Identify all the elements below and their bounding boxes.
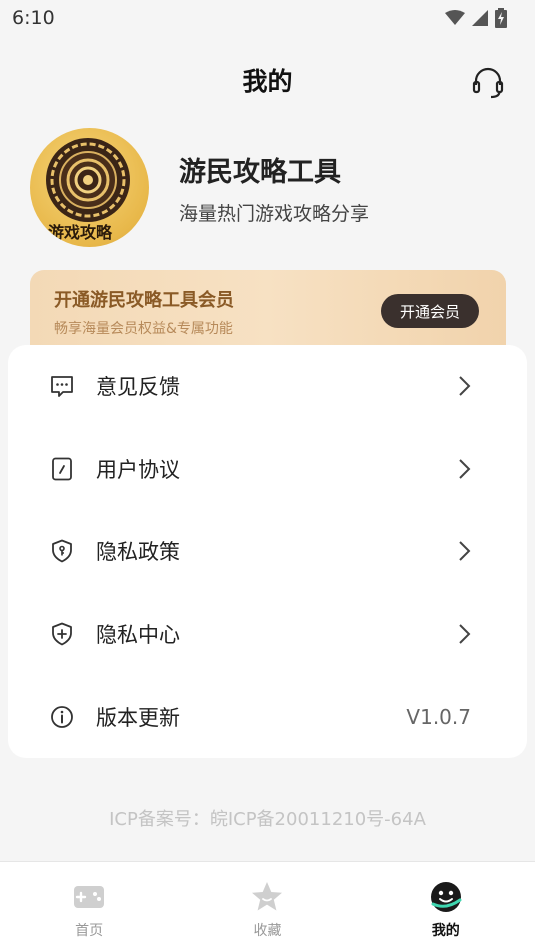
profile-section: 游戏攻略 游民攻略工具 海量热门游戏攻略分享 [30, 128, 369, 247]
chevron-right-icon [459, 541, 471, 562]
battery-icon [495, 8, 507, 28]
avatar-text: 游戏攻略 [48, 223, 113, 242]
tab-label: 我的 [431, 923, 460, 939]
menu-label: 版本更新 [96, 705, 180, 730]
smiley-icon [430, 882, 462, 912]
tab-label: 首页 [75, 923, 104, 939]
wifi-icon [445, 10, 465, 25]
headset-icon[interactable] [471, 66, 505, 100]
version-value: V1.0.7 [406, 704, 471, 729]
status-time: 6:10 [12, 7, 55, 29]
avatar[interactable]: 游戏攻略 [30, 128, 149, 247]
signal-icon [472, 10, 488, 26]
status-bar: 6:10 [0, 0, 535, 36]
chevron-right-icon [459, 376, 471, 397]
privacy-center-icon [52, 622, 72, 646]
feedback-icon [51, 376, 73, 398]
menu-item-agreement[interactable]: 用户协议 [8, 428, 527, 511]
menu-card: 意见反馈 用户协议 隐私政策 隐私中心 版本更新 V1.0.7 [8, 345, 527, 758]
tab-favorites[interactable]: 收藏 [178, 862, 356, 951]
status-icons [445, 8, 507, 28]
gamepad-icon [74, 886, 105, 908]
menu-label: 用户协议 [96, 457, 180, 482]
tab-bar: 首页 收藏 我的 [0, 861, 535, 951]
menu-item-privacy-center[interactable]: 隐私中心 [8, 593, 527, 676]
menu-item-version-update[interactable]: 版本更新 V1.0.7 [8, 675, 527, 758]
chevron-right-icon [459, 624, 471, 644]
tab-mine[interactable]: 我的 [357, 862, 535, 951]
menu-item-privacy-policy[interactable]: 隐私政策 [8, 510, 527, 593]
menu-label: 隐私中心 [96, 623, 180, 648]
star-icon [252, 882, 283, 911]
icp-record: ICP备案号：皖ICP备20011210号-64A [109, 809, 426, 830]
page-title: 我的 [242, 67, 293, 96]
agreement-icon [52, 457, 72, 481]
profile-info: 游民攻略工具 海量热门游戏攻略分享 [179, 150, 369, 226]
app-description: 海量热门游戏攻略分享 [179, 202, 370, 225]
menu-label: 意见反馈 [96, 375, 180, 400]
header: 我的 [0, 52, 535, 108]
menu-label: 隐私政策 [96, 540, 180, 565]
info-icon [51, 705, 73, 728]
tab-label: 收藏 [253, 923, 282, 939]
privacy-policy-icon [52, 540, 72, 563]
menu-item-feedback[interactable]: 意见反馈 [8, 345, 527, 428]
open-vip-button[interactable]: 开通会员 [381, 294, 479, 328]
app-name: 游民攻略工具 [179, 156, 341, 188]
chevron-right-icon [459, 459, 471, 479]
tab-home[interactable]: 首页 [0, 862, 178, 951]
